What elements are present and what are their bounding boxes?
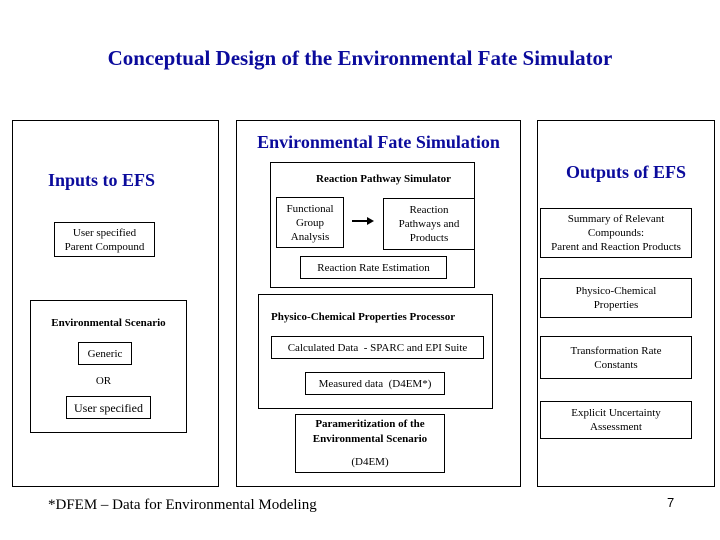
scenario-or-label: OR [95,375,112,387]
measured-data-box: Measured data (D4EM*) [305,372,445,395]
reaction-pathways-line1: Reaction [409,204,449,216]
output-physico-line2: Properties [593,299,639,311]
output-physico-line1: Physico-Chemical [575,285,657,297]
functional-group-line3: Analysis [290,230,330,243]
reaction-pathways-line2: Pathways and [398,218,460,230]
output-summary-box: Summary of Relevant Compounds: Parent an… [540,208,692,258]
output-summary-line2: Compounds: [587,227,645,239]
environmental-scenario-heading: Environmental Scenario [51,317,166,329]
simulation-heading: Environmental Fate Simulation [257,132,500,152]
output-summary-line1: Summary of Relevant [567,213,665,225]
functional-group-line2: Group [295,216,325,229]
flow-arrow-icon [367,217,374,225]
outputs-heading: Outputs of EFS [565,162,687,182]
properties-processor-heading: Physico-Chemical Properties Processor [271,311,456,323]
output-physico-chemical-box: Physico-Chemical Properties [540,278,692,318]
reaction-pathway-simulator-heading: Reaction Pathway Simulator [316,173,452,185]
scenario-generic-option: Generic [78,342,132,365]
output-transformation-rate-box: Transformation Rate Constants [540,336,692,379]
inputs-heading: Inputs to EFS [48,170,156,190]
output-transformation-line1: Transformation Rate [570,344,662,357]
footnote: *DFEM – Data for Environmental Modeling [48,497,317,513]
slide-title: Conceptual Design of the Environmental F… [107,46,613,70]
parameterization-line3: (D4EM) [351,456,389,468]
page-number: 7 [667,495,675,510]
output-uncertainty-line1: Explicit Uncertainty [571,407,661,419]
reaction-pathways-line3: Products [409,232,449,244]
functional-group-analysis-box: Functional Group Analysis [276,197,344,248]
scenario-user-specified-option: User specified [66,396,151,419]
parameterization-line2: Environmental Scenario [312,433,428,445]
reaction-pathways-products-box: Reaction Pathways and Products [383,198,475,250]
flow-arrow-shaft [352,220,368,222]
parent-compound-box: User specified Parent Compound [54,222,155,257]
parent-compound-line2: Parent Compound [64,240,145,253]
calculated-data-box: Calculated Data - SPARC and EPI Suite [271,336,484,359]
parent-compound-line1: User specified [72,226,137,239]
output-uncertainty-line2: Assessment [590,421,642,433]
reaction-rate-estimation-box: Reaction Rate Estimation [300,256,447,279]
output-uncertainty-box: Explicit Uncertainty Assessment [540,401,692,439]
functional-group-line1: Functional [286,202,334,215]
output-transformation-line2: Constants [594,358,638,371]
output-summary-line3: Parent and Reaction Products [551,241,681,253]
parameterization-line1: Parameritization of the [315,418,425,430]
